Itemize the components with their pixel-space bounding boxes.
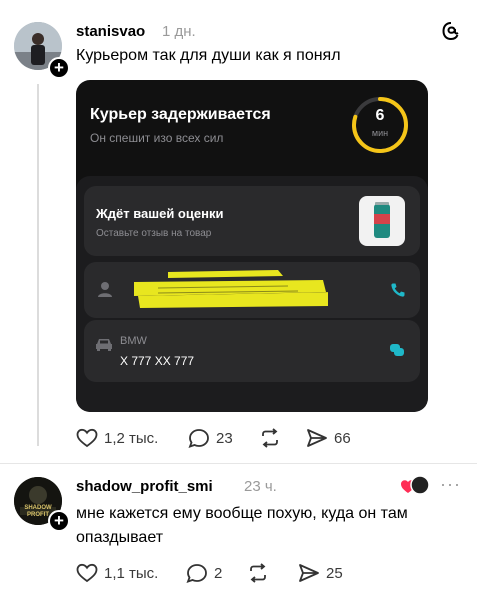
post-time: 1 дн.	[162, 23, 196, 40]
follow-plus-icon[interactable]: +	[48, 510, 70, 532]
reply-like-button[interactable]: 1,1 тыс.	[76, 563, 158, 583]
thread-connector	[37, 84, 39, 446]
rating-subtitle: Оставьте отзыв на товар	[96, 228, 212, 239]
repost-button[interactable]	[258, 428, 282, 448]
rating-card[interactable]: Ждёт вашей оценки Оставьте отзыв на това…	[84, 186, 420, 256]
repost-icon	[258, 428, 282, 448]
timer-ring	[350, 95, 410, 155]
reply-share-button[interactable]: 25	[298, 563, 343, 583]
comment-icon	[186, 563, 208, 583]
threads-logo-icon[interactable]	[440, 20, 462, 42]
car-plate: Х 777 ХХ 777	[120, 354, 195, 368]
reply-repost-button[interactable]	[246, 563, 270, 583]
courier-contact-row	[84, 262, 420, 318]
heart-icon	[76, 428, 98, 448]
comment-icon	[188, 428, 210, 448]
image-subtitle: Он спешит изо всех сил	[90, 131, 224, 145]
timer-value: 6	[375, 107, 385, 124]
reply-comment-count: 2	[214, 564, 223, 582]
liked-by-author-icon	[400, 474, 430, 496]
post-username[interactable]: stanisvao	[76, 23, 145, 40]
post-image[interactable]: Курьер задерживается Он спешит изо всех …	[76, 80, 428, 412]
send-icon	[306, 428, 328, 448]
person-icon	[96, 280, 114, 298]
reply-text-line1: мне кажется ему вообще похую, куда он та…	[76, 505, 408, 522]
like-button[interactable]: 1,2 тыс.	[76, 428, 158, 448]
reply-like-count: 1,1 тыс.	[104, 564, 159, 582]
follow-plus-icon[interactable]: +	[48, 57, 70, 79]
reply-comment-button[interactable]: 2	[186, 563, 222, 583]
share-count: 66	[334, 429, 351, 447]
repost-icon	[246, 563, 270, 583]
car-info-row: BMW Х 777 ХХ 777	[84, 320, 420, 382]
reply-time: 23 ч.	[244, 478, 277, 495]
timer-unit: мин	[371, 128, 389, 138]
divider	[0, 463, 477, 464]
heart-icon	[76, 563, 98, 583]
post-text: Курьером так для души как я понял	[76, 47, 341, 64]
reply-username[interactable]: shadow_profit_smi	[76, 478, 213, 495]
share-button[interactable]: 66	[306, 428, 351, 448]
rating-title: Ждёт вашей оценки	[96, 206, 224, 221]
product-thumbnail[interactable]	[359, 196, 405, 246]
comment-count: 23	[216, 429, 233, 447]
reply-text-line2: опаздывает	[76, 529, 164, 546]
reply-share-count: 25	[326, 564, 343, 582]
car-model: BMW	[120, 335, 147, 347]
comment-button[interactable]: 23	[188, 428, 233, 448]
redacted-name-scribble	[128, 266, 333, 310]
image-title: Курьер задерживается	[90, 106, 271, 123]
more-options-button[interactable]: ···	[440, 474, 461, 495]
chat-bubble-icon[interactable]	[389, 342, 405, 358]
call-phone-icon[interactable]	[390, 282, 406, 298]
send-icon	[298, 563, 320, 583]
like-count: 1,2 тыс.	[104, 429, 159, 447]
car-icon	[94, 336, 114, 352]
